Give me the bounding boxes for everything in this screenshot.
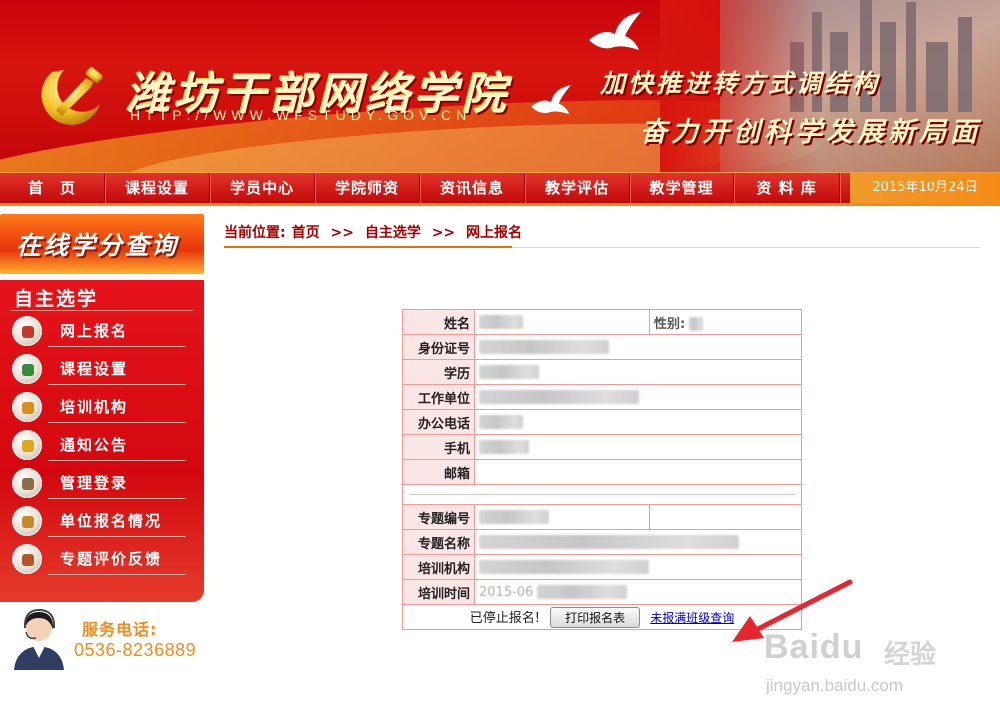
nav-student-center[interactable]: 学员中心: [210, 173, 315, 203]
slogan-line-1: 加快推进转方式调结构: [600, 69, 881, 98]
training-time-label: 培训时间: [402, 579, 475, 605]
current-date: 2015年10月24日: [850, 173, 1000, 203]
print-form-button[interactable]: 打印报名表: [550, 606, 641, 628]
main-nav: 首 页 课程设置 学员中心 学院师资 资讯信息 教学评估 教学管理 资 料 库 …: [0, 172, 1000, 206]
hand-icon: [12, 316, 42, 346]
party-emblem-icon: [41, 66, 103, 125]
mobile-label: 手机: [402, 434, 475, 460]
registration-stopped-text: 已停止报名!: [469, 610, 540, 626]
email-label: 邮箱: [402, 459, 475, 485]
megaphone-icon: [12, 430, 42, 460]
nav-news[interactable]: 资讯信息: [420, 173, 525, 203]
id-number-label: 身份证号: [402, 334, 475, 360]
breadcrumb-separator: >>: [330, 225, 354, 241]
service-phone-number: 0536-8236889: [74, 640, 197, 660]
mobile-value: [474, 434, 802, 460]
email-value: [474, 459, 802, 485]
nav-teaching-management[interactable]: 教学管理: [630, 173, 734, 203]
breadcrumb-home[interactable]: 首页: [292, 225, 320, 241]
sidebar-item-unit-registration[interactable]: 单位报名情况: [10, 504, 186, 540]
institution-label: 培训机构: [402, 554, 475, 580]
service-hotline: 服务电话: 0536-8236889: [0, 602, 204, 674]
dove-icon: [589, 12, 641, 50]
baidu-jingyan-watermark: Baidu 经验 jingyan.baidu.com: [764, 628, 937, 695]
id-number-value: [474, 334, 802, 360]
feedback-icon: [12, 544, 42, 574]
workplace-label: 工作单位: [402, 384, 475, 410]
sidebar-item-notices[interactable]: 通知公告: [10, 428, 186, 464]
form-divider: [402, 484, 802, 505]
name-value: [474, 309, 650, 335]
building-icon: [12, 392, 42, 422]
nav-home[interactable]: 首 页: [0, 173, 105, 203]
name-label: 姓名: [402, 309, 475, 335]
nav-resources[interactable]: 资 料 库: [734, 173, 840, 203]
book-icon: [12, 354, 42, 384]
breadcrumb-prefix: 当前位置:: [224, 225, 286, 241]
customer-service-agent-icon: [14, 608, 64, 670]
topic-number-label: 专题编号: [402, 504, 475, 530]
breadcrumb-current: 网上报名: [466, 225, 523, 241]
site-banner: 潍坊干部网络学院 HTTP://WWW.WFSTUDY.GOV.CN 加快推进转…: [0, 0, 1000, 172]
self-study-menu: 自主选学 网上报名 课程设置 培训机构 通知公告 管理登录 单位报名情况 专题评…: [0, 280, 204, 602]
gender-label: 性别:: [654, 316, 686, 332]
dove-icon: [531, 85, 571, 115]
topic-number-value: [474, 504, 650, 530]
site-url: HTTP://WWW.WFSTUDY.GOV.CN: [130, 107, 472, 123]
credit-query-label: 在线学分查询: [16, 231, 179, 260]
education-label: 学历: [402, 359, 475, 385]
folder-icon: [12, 506, 42, 536]
sidebar-item-online-registration[interactable]: 网上报名: [10, 314, 186, 350]
nav-courses[interactable]: 课程设置: [105, 173, 210, 203]
service-phone-label: 服务电话:: [82, 620, 158, 639]
nav-teaching-evaluation[interactable]: 教学评估: [525, 173, 630, 203]
breadcrumb-separator: >>: [431, 225, 456, 241]
office-phone-label: 办公电话: [402, 409, 475, 435]
nav-faculty[interactable]: 学院师资: [315, 173, 420, 203]
login-icon: [12, 468, 42, 498]
gender-cell: 性别:: [649, 309, 802, 335]
credit-query-banner[interactable]: 在线学分查询: [0, 214, 204, 274]
breadcrumb: 当前位置: 首页 >> 自主选学 >> 网上报名: [224, 222, 528, 242]
topic-name-label: 专题名称: [402, 529, 475, 555]
workplace-value: [474, 384, 802, 410]
breadcrumb-self-study[interactable]: 自主选学: [365, 225, 421, 241]
sidebar-item-courses[interactable]: 课程设置: [10, 352, 186, 388]
sidebar-item-admin-login[interactable]: 管理登录: [10, 466, 186, 502]
topic-name-value: [474, 529, 802, 555]
slogan-line-2: 奋力开创科学发展新局面: [640, 117, 981, 148]
menu-title: 自主选学: [14, 288, 99, 310]
office-phone-value: [474, 409, 802, 435]
education-value: [474, 359, 802, 385]
institution-value: [474, 554, 802, 580]
page-root: 潍坊干部网络学院 HTTP://WWW.WFSTUDY.GOV.CN 加快推进转…: [0, 0, 1000, 726]
sidebar-item-institutions[interactable]: 培训机构: [10, 390, 186, 426]
sidebar-item-topic-feedback[interactable]: 专题评价反馈: [10, 542, 186, 578]
